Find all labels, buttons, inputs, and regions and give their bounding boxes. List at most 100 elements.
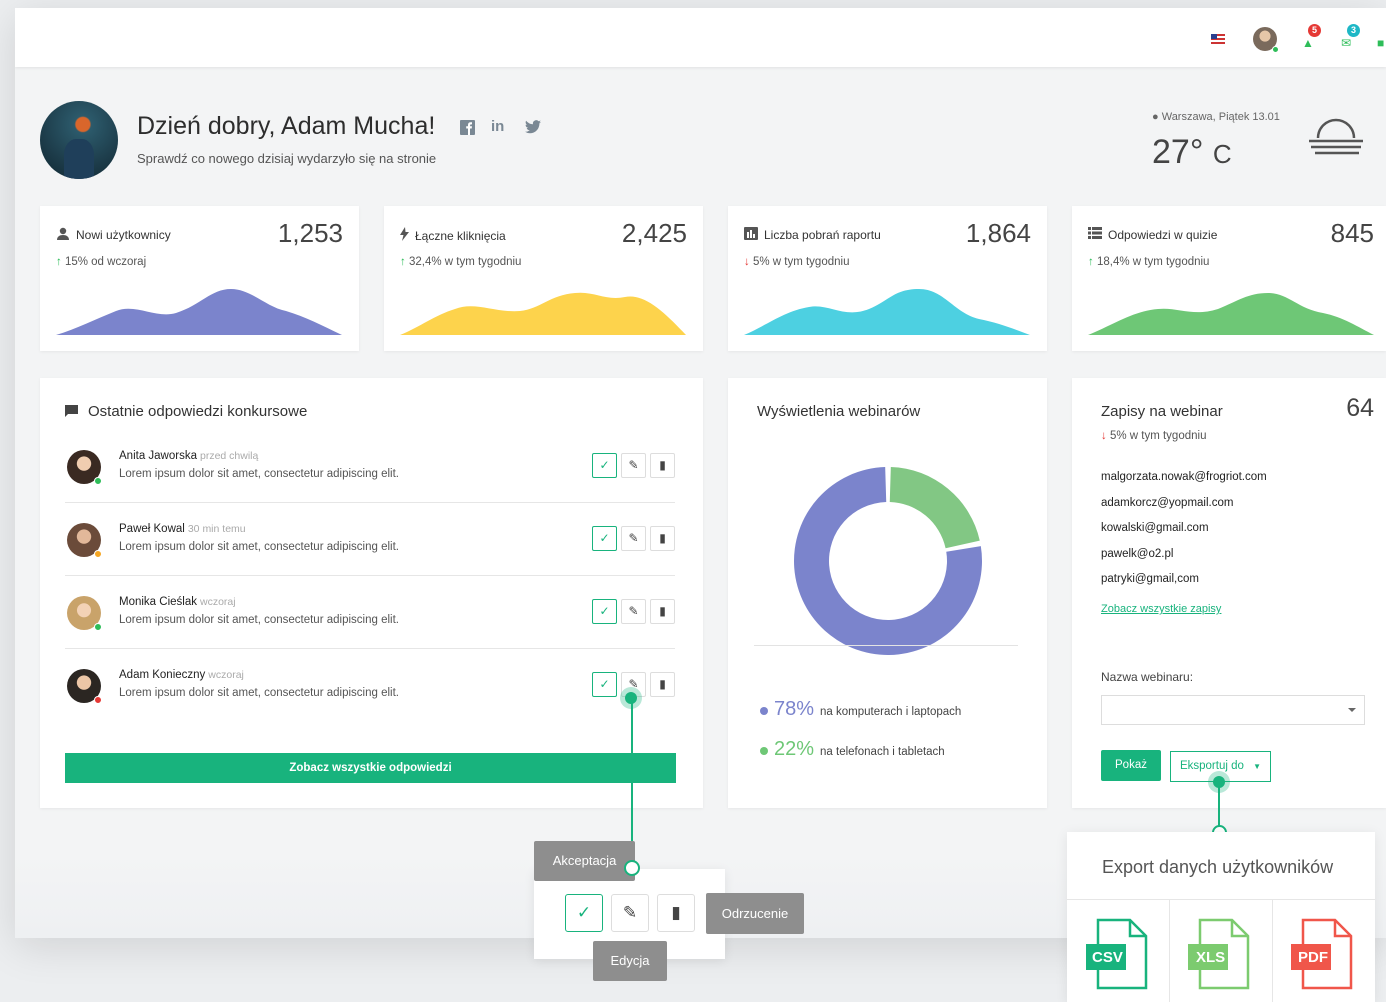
linkedin-icon[interactable]: in [491,118,504,135]
trash-icon: ▮ [659,458,666,472]
webinar-views-title: Wyświetlenia webinarów [757,403,921,420]
stat-title-text: Łączne kliknięcia [415,228,506,243]
accept-button[interactable]: ✓ [592,672,617,697]
stat-title-text: Nowi użytkownicy [76,228,171,242]
status-dot [94,477,102,485]
delete-button[interactable]: ▮ [650,672,675,697]
divider [1067,899,1375,900]
check-icon: ✓ [599,458,610,472]
stat-card-clicks: Łączne kliknięcia 2,425 ↑ 32,4% w tym ty… [384,206,703,351]
edit-button[interactable]: ✎ [621,526,646,551]
messages-badge: 3 [1347,24,1360,37]
edit-button[interactable]: ✎ [621,599,646,624]
trash-icon: ▮ [659,604,666,618]
facebook-icon[interactable] [460,120,475,139]
delete-button[interactable]: ▮ [650,453,675,478]
signups-count: 64 [1346,394,1374,422]
response-text: Lorem ipsum dolor sit amet, consectetur … [119,614,399,626]
stat-area [56,289,342,335]
edit-button-large[interactable]: ✎ [611,894,649,932]
stat-delta-text: 32,4% w tym tygodniu [408,256,522,268]
author-name: Monika Cieślak [119,596,197,608]
responses-panel: Ostatnie odpowiedzi konkursowe Anita Jaw… [40,378,703,808]
response-time: 30 min temu [187,523,246,535]
edit-button[interactable]: ✎ [621,453,646,478]
response-time: wczoraj [208,669,244,681]
profile-avatar [40,101,118,179]
fog-icon [1309,118,1363,155]
location-text: Warszawa, Piątek 13.01 [1161,111,1280,123]
legend-item-mobile: 22% na telefonach i tabletach [760,738,945,761]
stat-area-chart [744,289,1030,335]
export-button-label: Eksportuj do [1179,760,1244,772]
file-format-label: XLS [1196,949,1226,966]
edit-tooltip: Edycja [593,941,667,981]
response-author: Anita Jaworska przed chwilą [119,450,258,462]
stat-area [1088,293,1374,335]
delete-button[interactable]: ▮ [650,599,675,624]
us-flag-icon[interactable] [1211,34,1225,44]
arrow-up-icon: ↑ [1088,256,1094,268]
avatar [67,669,102,704]
response-author: Monika Cieślak wczoraj [119,596,236,608]
webinar-select-label: Nazwa webinaru: [1101,670,1194,684]
avatar [67,450,102,485]
user-avatar[interactable] [1253,27,1279,53]
chat-icon[interactable]: ■ [1377,36,1384,50]
temperature: 27° C [1152,133,1232,172]
stat-delta-text: 18,4% w tym tygodniu [1096,256,1210,268]
weather-location: ● Warszawa, Piątek 13.01 [1152,111,1280,123]
callout-marker [620,687,642,709]
signup-email: malgorzata.nowak@frogriot.com [1101,471,1267,483]
legend-label: na komputerach i laptopach [820,706,962,718]
stat-area-chart [56,289,342,335]
stat-value: 2,425 [621,218,687,248]
pdf-file-icon[interactable]: PDF [1289,918,1359,990]
list-icon [1088,227,1102,242]
stat-title: Łączne kliknięcia [400,227,506,244]
divider [1272,900,1273,1002]
trash-icon: ▮ [671,903,681,922]
response-author: Paweł Kowal 30 min temu [119,523,246,535]
stat-delta-text: 15% od wczoraj [64,256,147,268]
webinar-select[interactable] [1101,695,1365,725]
twitter-icon[interactable] [525,120,541,138]
notification-badge: 5 [1308,24,1321,37]
csv-file-icon[interactable]: CSV [1084,918,1154,990]
xls-file-icon[interactable]: XLS [1186,918,1256,990]
accept-button-large[interactable]: ✓ [565,894,603,932]
divider [754,645,1018,646]
temperature-unit: C [1212,139,1232,169]
webinar-views-panel: Wyświetlenia webinarów 78% na komputerac… [728,378,1047,808]
legend-label: na telefonach i tabletach [820,746,945,758]
avatar [67,596,102,631]
status-dot [94,550,102,558]
stat-title: Odpowiedzi w quizie [1088,227,1217,242]
response-row: Monika Cieślak wczoraj Lorem ipsum dolor … [65,576,675,649]
legend-dot [760,747,768,755]
location-pin-icon: ● [1152,111,1159,123]
callout-ring [624,860,640,876]
accept-button[interactable]: ✓ [592,526,617,551]
response-text: Lorem ipsum dolor sit amet, consectetur … [119,468,399,480]
show-button[interactable]: Pokaż [1101,750,1161,781]
stat-delta: ↑ 32,4% w tym tygodniu [400,256,521,268]
delete-button-large[interactable]: ▮ [657,894,695,932]
mail-icon[interactable]: ✉ 3 [1341,24,1360,50]
pencil-icon: ✎ [628,604,639,618]
accept-tooltip: Akceptacja [534,841,635,881]
accept-button[interactable]: ✓ [592,453,617,478]
pencil-icon: ✎ [622,903,638,922]
delete-button[interactable]: ▮ [650,526,675,551]
response-time: wczoraj [199,596,236,608]
see-all-responses-button[interactable]: Zobacz wszystkie odpowiedzi [65,753,676,783]
bell-icon[interactable]: ▲ 5 [1302,24,1321,50]
responses-title-text: Ostatnie odpowiedzi konkursowe [88,403,308,420]
legend-item-desktop: 78% na komputerach i laptopach [760,698,961,721]
see-all-signups-link[interactable]: Zobacz wszystkie zapisy [1101,603,1221,615]
stat-title: Liczba pobrań raportu [744,227,881,243]
response-time: przed chwilą [199,450,259,462]
accept-button[interactable]: ✓ [592,599,617,624]
temperature-value: 27° [1152,133,1204,171]
callout-marker [1208,771,1230,793]
